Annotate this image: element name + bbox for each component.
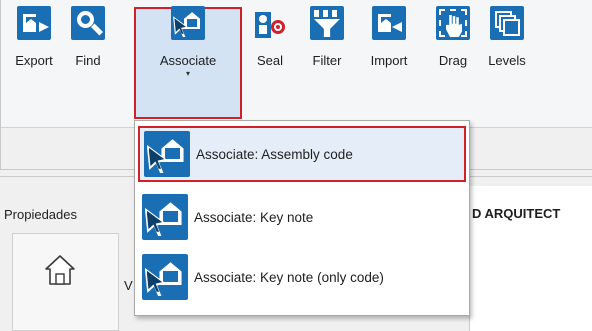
export-icon	[17, 6, 51, 40]
find-button[interactable]: Find	[64, 4, 112, 68]
menu-item-label: Associate: Key note (only code)	[194, 269, 384, 285]
drag-button[interactable]: Drag	[430, 4, 476, 68]
chevron-down-icon: ▾	[185, 69, 190, 78]
import-button[interactable]: Import	[358, 4, 420, 68]
associate-icon	[142, 194, 188, 240]
property-type-text: V	[124, 278, 133, 293]
find-icon	[71, 6, 105, 40]
import-icon	[372, 6, 406, 40]
menu-item-associate-key-note-only-code[interactable]: Associate: Key note (only code)	[138, 249, 466, 305]
menu-item-associate-key-note[interactable]: Associate: Key note	[138, 189, 466, 245]
seal-label: Seal	[256, 53, 284, 68]
view-panel-title: D ARQUITECT	[472, 206, 561, 221]
associate-icon	[142, 254, 188, 300]
menu-item-label: Associate: Key note	[194, 209, 314, 225]
associate-icon	[144, 131, 190, 177]
drag-label: Drag	[438, 53, 468, 68]
export-button[interactable]: Export	[10, 4, 58, 68]
export-label: Export	[15, 53, 53, 68]
levels-button[interactable]: Levels	[484, 4, 530, 68]
import-label: Import	[370, 53, 408, 68]
associate-dropdown-menu: Associate: Assembly code Associate: Key …	[134, 120, 470, 316]
filter-button[interactable]: Filter	[304, 4, 350, 68]
filter-label: Filter	[312, 53, 342, 68]
levels-icon	[490, 6, 524, 40]
house-icon	[45, 255, 75, 285]
associate-icon	[171, 6, 205, 40]
drag-icon	[436, 6, 470, 40]
associate-button-content[interactable]: Associate ▾	[142, 4, 234, 78]
associate-label: Associate	[159, 53, 217, 68]
menu-item-label: Associate: Assembly code	[196, 146, 353, 162]
filter-icon	[310, 6, 344, 40]
find-label: Find	[75, 53, 101, 68]
properties-title: Propiedades	[4, 207, 77, 222]
seal-button[interactable]: Seal	[250, 4, 290, 68]
levels-label: Levels	[488, 53, 526, 68]
menu-item-associate-assembly-code[interactable]: Associate: Assembly code	[138, 126, 466, 182]
seal-icon	[253, 6, 287, 40]
